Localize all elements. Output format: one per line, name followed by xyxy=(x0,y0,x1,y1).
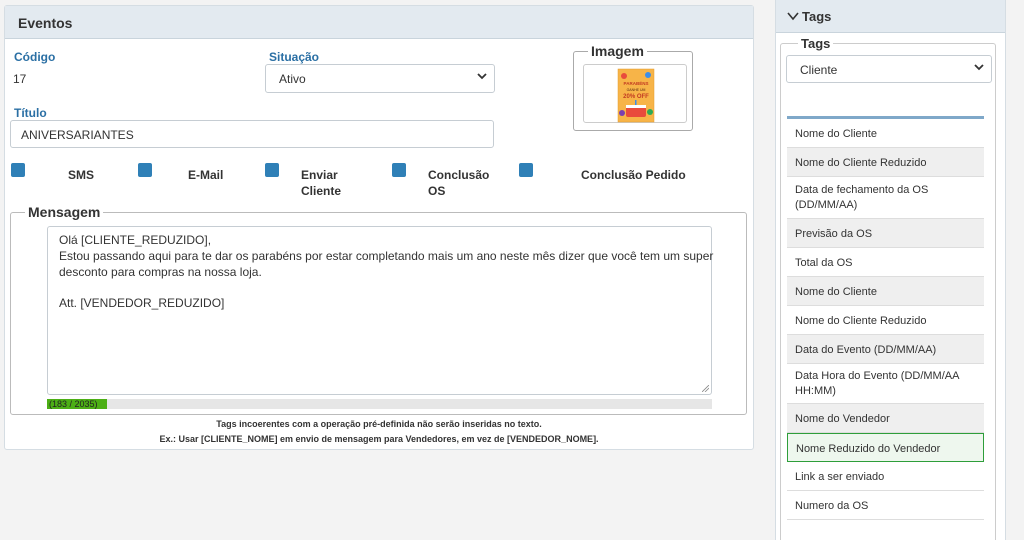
image-text-3: 20% OFF xyxy=(623,94,649,100)
conclusao-os-label: Conclusão OS xyxy=(428,168,490,198)
tag-item[interactable]: Numero da OS xyxy=(787,491,984,520)
email-checkbox[interactable] xyxy=(138,163,152,177)
eventos-panel: Eventos Código 17 Situação Ativo Imagem … xyxy=(4,5,754,450)
titulo-input[interactable]: ANIVERSARIANTES xyxy=(10,120,494,148)
mensagem-line: Att. [VENDEDOR_REDUZIDO] xyxy=(59,296,225,310)
imagem-preview[interactable]: PARABÉNS GANHE UM 20% OFF xyxy=(583,64,687,123)
conclusao-pedido-checkbox[interactable] xyxy=(519,163,533,177)
tags-example-note: Ex.: Usar [CLIENTE_NOME] em envio de men… xyxy=(159,434,599,444)
mensagem-textarea[interactable]: Olá [CLIENTE_REDUZIDO], Estou passando a… xyxy=(47,226,714,395)
chevron-down-icon[interactable] xyxy=(787,11,799,21)
tag-item[interactable]: Nome do Cliente xyxy=(787,277,984,306)
situacao-select[interactable]: Ativo xyxy=(265,64,495,93)
codigo-label: Código xyxy=(14,50,56,64)
mensagem-line: Estou passando aqui para te dar os parab… xyxy=(59,249,714,263)
tags-fieldset-label: Tags xyxy=(798,36,834,51)
tag-item[interactable]: Data do Evento (DD/MM/AA) xyxy=(787,335,984,364)
eventos-header: Eventos xyxy=(5,6,753,39)
tag-item[interactable]: Nome do Cliente Reduzido xyxy=(787,148,984,177)
mensagem-fieldset: Mensagem Olá [CLIENTE_REDUZIDO], Estou p… xyxy=(10,204,747,415)
codigo-value: 17 xyxy=(13,72,27,86)
tag-item[interactable]: Nome do Cliente xyxy=(787,119,984,148)
conclusao-pedido-label: Conclusão Pedido xyxy=(581,168,686,182)
tag-item[interactable]: Total da OS xyxy=(787,248,984,277)
tag-item-selected[interactable]: Nome Reduzido do Vendedor xyxy=(787,433,984,462)
tag-item[interactable]: Link a ser enviado xyxy=(787,462,984,491)
mensagem-line: Olá [CLIENTE_REDUZIDO], xyxy=(59,233,212,247)
tag-item[interactable]: Data de fechamento da OS (DD/MM/AA) xyxy=(787,177,984,219)
tag-list: Nome do Cliente Nome do Cliente Reduzido… xyxy=(787,116,984,520)
eventos-title: Eventos xyxy=(18,15,73,31)
enviar-cliente-checkbox[interactable] xyxy=(265,163,279,177)
tag-item[interactable]: Nome do Vendedor xyxy=(787,404,984,433)
sms-checkbox[interactable] xyxy=(11,163,25,177)
sms-label: SMS xyxy=(68,168,95,182)
email-label: E-Mail xyxy=(188,168,224,182)
char-counter-bar: (183 / 2035) xyxy=(47,399,712,409)
birthday-image: PARABÉNS GANHE UM 20% OFF xyxy=(617,68,655,123)
tags-warning-note: Tags incoerentes com a operação pré-defi… xyxy=(216,419,542,429)
chevron-down-icon xyxy=(477,73,487,80)
tags-panel: Tags Tags Cliente Nome do Cliente Nome d… xyxy=(775,0,1006,540)
tag-item[interactable]: Data Hora do Evento (DD/MM/AA HH:MM) xyxy=(787,364,984,404)
titulo-input-value: ANIVERSARIANTES xyxy=(21,128,134,142)
enviar-cliente-label: Enviar Cliente xyxy=(301,168,342,198)
tags-panel-title: Tags xyxy=(802,9,832,24)
char-counter-text: (183 / 2035) xyxy=(49,399,98,409)
tag-item[interactable]: Previsão da OS xyxy=(787,219,984,248)
mensagem-label: Mensagem xyxy=(25,204,104,220)
conclusao-os-checkbox[interactable] xyxy=(392,163,406,177)
image-text-2: GANHE UM xyxy=(627,88,646,92)
situacao-select-value: Ativo xyxy=(279,72,306,86)
imagem-label: Imagem xyxy=(588,43,647,59)
chevron-down-icon xyxy=(974,64,984,71)
resize-handle-icon[interactable] xyxy=(702,385,709,392)
imagem-box: Imagem PARABÉNS GANHE UM 20% OFF xyxy=(573,43,693,131)
tags-category-value: Cliente xyxy=(800,63,838,77)
titulo-label: Título xyxy=(14,106,47,120)
situacao-label: Situação xyxy=(269,50,320,64)
image-text-1: PARABÉNS xyxy=(624,79,649,86)
mensagem-line: desconto para compras na nossa loja. xyxy=(59,265,262,279)
tags-category-select[interactable]: Cliente xyxy=(786,55,992,83)
tag-item[interactable]: Nome do Cliente Reduzido xyxy=(787,306,984,335)
tags-header[interactable]: Tags xyxy=(776,0,1005,33)
